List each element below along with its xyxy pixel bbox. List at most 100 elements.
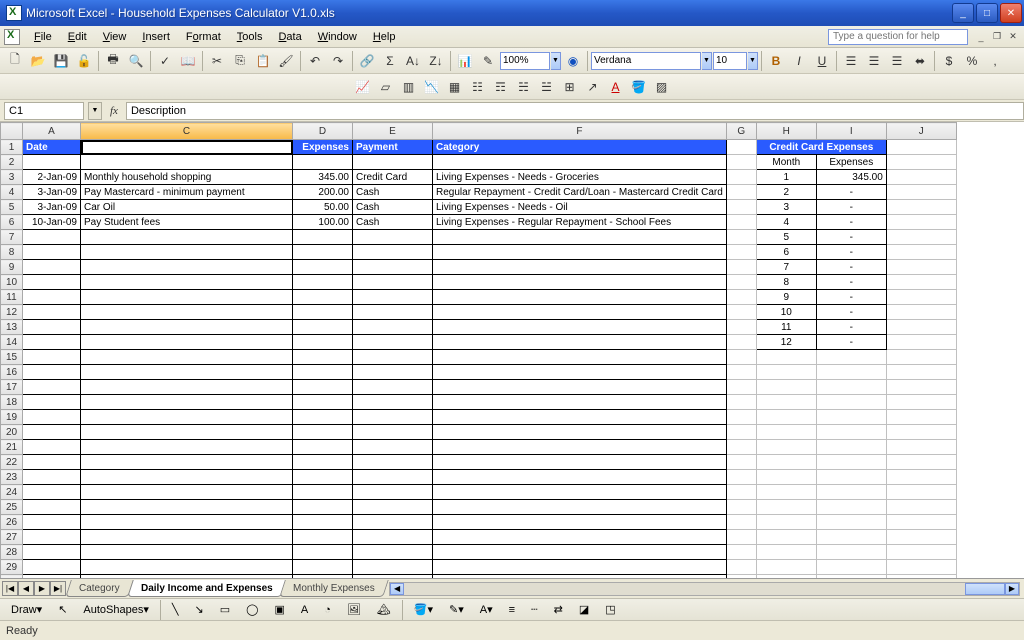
row-header[interactable]: 9 <box>1 260 23 275</box>
header-payment[interactable]: Payment <box>353 140 433 155</box>
col-header-c[interactable]: C <box>81 123 293 140</box>
font-color-icon[interactable]: A <box>605 76 627 98</box>
cell[interactable] <box>81 155 293 170</box>
cell-cat[interactable] <box>433 290 727 305</box>
cell-exp[interactable] <box>293 530 353 545</box>
cell[interactable] <box>886 335 956 350</box>
cell-month[interactable]: 9 <box>756 290 816 305</box>
menu-data[interactable]: Data <box>270 29 309 45</box>
font-input[interactable] <box>591 52 701 70</box>
cell-pay[interactable] <box>353 275 433 290</box>
tab-nav-first[interactable]: |◀ <box>2 581 18 596</box>
col-header-d[interactable]: D <box>293 123 353 140</box>
cell[interactable] <box>726 290 756 305</box>
menu-format[interactable]: Format <box>178 29 229 45</box>
cell-exp[interactable] <box>293 455 353 470</box>
cell-desc[interactable]: Car Oil <box>81 200 293 215</box>
cell-pay[interactable]: Cash <box>353 215 433 230</box>
cell[interactable] <box>886 140 956 155</box>
cell-cat[interactable] <box>433 545 727 560</box>
cell-date[interactable] <box>23 245 81 260</box>
cell-exp[interactable] <box>293 515 353 530</box>
cell-date[interactable] <box>23 335 81 350</box>
cell-ccexp[interactable]: - <box>816 200 886 215</box>
select-objects-icon[interactable]: ↖ <box>51 601 74 619</box>
cell-desc[interactable]: Pay Student fees <box>81 215 293 230</box>
cell-exp[interactable] <box>293 245 353 260</box>
col-header-a[interactable]: A <box>23 123 81 140</box>
doc-minimize-button[interactable]: _ <box>974 30 988 44</box>
spreadsheet-grid[interactable]: A C D E F G H I J 1 Date Description Exp… <box>0 122 957 578</box>
row-header[interactable]: 4 <box>1 185 23 200</box>
text-angle-icon[interactable]: ↗ <box>582 76 604 98</box>
tab-nav-next[interactable]: ▶ <box>34 581 50 596</box>
cell[interactable] <box>726 440 756 455</box>
cell-pay[interactable] <box>353 365 433 380</box>
cell[interactable] <box>886 320 956 335</box>
cell-exp[interactable] <box>293 230 353 245</box>
cell[interactable] <box>886 170 956 185</box>
tab-nav-last[interactable]: ▶| <box>50 581 66 596</box>
cell-ccexp[interactable] <box>816 530 886 545</box>
print-icon[interactable]: 🖶 <box>102 50 124 72</box>
row-header[interactable]: 3 <box>1 170 23 185</box>
cell[interactable] <box>886 350 956 365</box>
cell[interactable] <box>886 515 956 530</box>
redo-icon[interactable]: ↷ <box>327 50 349 72</box>
cell[interactable] <box>433 155 727 170</box>
worksheet-area[interactable]: A C D E F G H I J 1 Date Description Exp… <box>0 122 1024 578</box>
row-header[interactable]: 25 <box>1 500 23 515</box>
row-header[interactable]: 16 <box>1 365 23 380</box>
arrow-style-icon[interactable]: ⇄ <box>547 601 570 619</box>
cell-month[interactable] <box>756 365 816 380</box>
cell-month[interactable] <box>756 470 816 485</box>
cell[interactable] <box>886 260 956 275</box>
cell-cat[interactable] <box>433 230 727 245</box>
cell-desc[interactable] <box>81 395 293 410</box>
cell-date[interactable] <box>23 575 81 579</box>
cell-exp[interactable] <box>293 335 353 350</box>
cell[interactable] <box>293 155 353 170</box>
cell-ccexp[interactable] <box>816 515 886 530</box>
cell-pay[interactable]: Cash <box>353 185 433 200</box>
cell-month[interactable]: 8 <box>756 275 816 290</box>
cell-date[interactable] <box>23 545 81 560</box>
menu-insert[interactable]: Insert <box>134 29 178 45</box>
cell-cat[interactable] <box>433 380 727 395</box>
cell-month[interactable] <box>756 440 816 455</box>
cell-date[interactable] <box>23 500 81 515</box>
cell-desc[interactable]: Pay Mastercard - minimum payment <box>81 185 293 200</box>
research-icon[interactable]: 📖 <box>177 50 199 72</box>
cell-month[interactable]: 2 <box>756 185 816 200</box>
fill-color-icon[interactable]: 🪣▾ <box>407 601 440 619</box>
cell-month[interactable] <box>756 425 816 440</box>
cell[interactable] <box>886 215 956 230</box>
row-header[interactable]: 6 <box>1 215 23 230</box>
draw-menu[interactable]: Draw ▾ <box>4 601 49 619</box>
header-category[interactable]: Category <box>433 140 727 155</box>
chart-area-icon[interactable]: ▱ <box>375 76 397 98</box>
row-header[interactable]: 12 <box>1 305 23 320</box>
cell[interactable] <box>726 200 756 215</box>
cell-exp[interactable] <box>293 290 353 305</box>
paste-icon[interactable]: 📋 <box>252 50 274 72</box>
cell-date[interactable] <box>23 290 81 305</box>
cell[interactable] <box>886 410 956 425</box>
cell-exp[interactable]: 345.00 <box>293 170 353 185</box>
horizontal-scrollbar[interactable]: ◀ ▶ <box>389 582 1020 596</box>
cell-pay[interactable] <box>353 290 433 305</box>
side-hmonth[interactable]: Month <box>756 155 816 170</box>
3d-icon[interactable]: ◳ <box>598 601 622 619</box>
header-expenses[interactable]: Expenses <box>293 140 353 155</box>
cell-pay[interactable] <box>353 410 433 425</box>
cell-desc[interactable] <box>81 290 293 305</box>
permissions-icon[interactable]: 🔓 <box>73 50 95 72</box>
cell-pay[interactable] <box>353 380 433 395</box>
cell[interactable] <box>886 470 956 485</box>
cell-cat[interactable]: Living Expenses - Needs - Groceries <box>433 170 727 185</box>
col-header-h[interactable]: H <box>756 123 816 140</box>
cell-desc[interactable] <box>81 260 293 275</box>
cut-icon[interactable]: ✂ <box>206 50 228 72</box>
line-style-icon[interactable]: ≡ <box>502 601 522 619</box>
rectangle-icon[interactable]: ▭ <box>213 601 237 619</box>
